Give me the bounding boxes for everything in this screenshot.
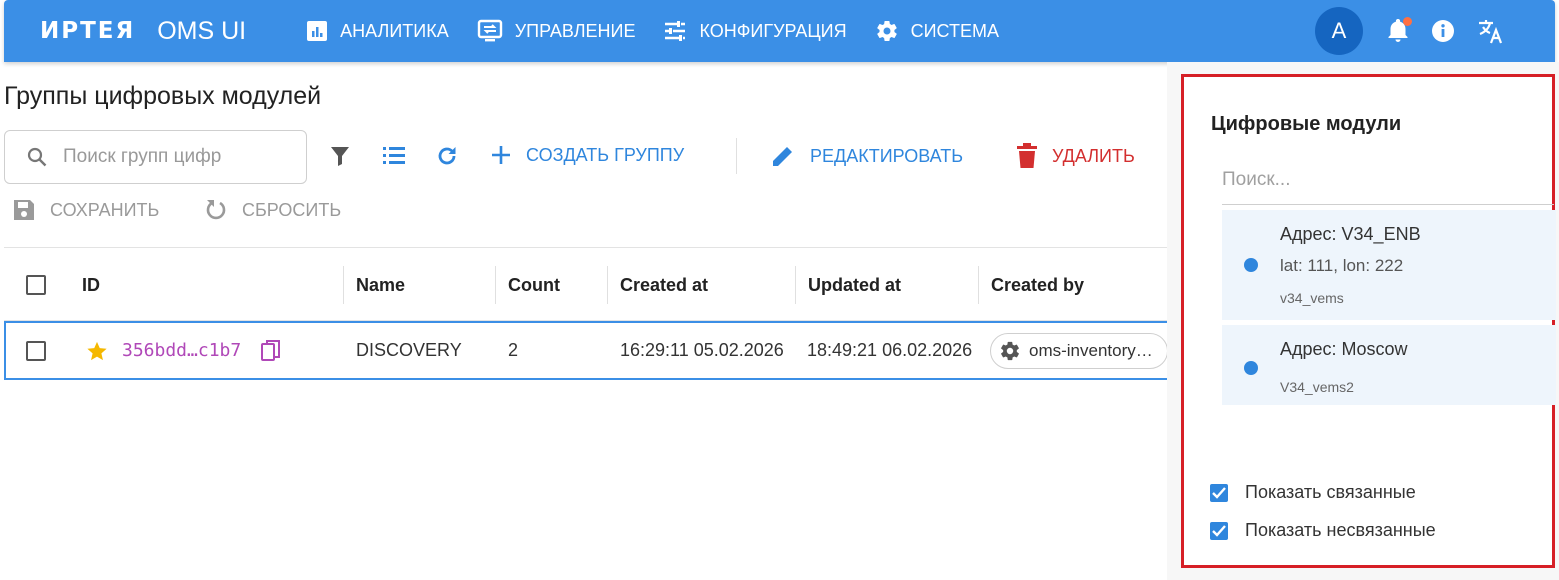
gear-icon (1001, 341, 1019, 360)
panel-search-input[interactable] (1222, 169, 1554, 191)
show-unlinked-checkbox[interactable] (1210, 521, 1228, 540)
trash-icon (1017, 143, 1037, 168)
column-divider[interactable] (343, 266, 344, 304)
list-item[interactable]: Адрес: V34_ENB lat: 111, lon: 222 v34_ve… (1222, 210, 1556, 320)
list-view-button[interactable] (382, 145, 406, 165)
info-icon (1432, 20, 1454, 42)
column-header-name[interactable]: Name (356, 248, 405, 322)
panel-title: Цифровые модули (1211, 113, 1402, 135)
translate-icon (1479, 20, 1503, 44)
select-all-checkbox[interactable] (26, 275, 46, 295)
row-checkbox[interactable] (26, 340, 46, 361)
edit-button[interactable]: РЕДАКТИРОВАТЬ (770, 143, 963, 169)
column-header-count[interactable]: Count (508, 248, 560, 322)
delete-label: УДАЛИТЬ (1052, 145, 1135, 166)
show-unlinked-checkbox-row[interactable]: Показать несвязанные (1210, 520, 1436, 541)
column-divider[interactable] (795, 266, 796, 304)
list-icon (383, 147, 405, 164)
status-dot (1244, 361, 1258, 375)
page-title: Группы цифровых модулей (4, 82, 322, 110)
column-header-id[interactable]: ID (82, 248, 100, 322)
row-updated-at: 18:49:21 06.02.2026 (807, 340, 973, 360)
column-header-created-by[interactable]: Created by (991, 248, 1084, 322)
column-divider[interactable] (978, 266, 979, 304)
groups-table: ID Name Count Created at Updated at Crea… (4, 247, 1168, 380)
search-icon (27, 147, 47, 167)
filter-icon (331, 147, 349, 166)
tune-icon (665, 21, 686, 41)
group-search-box[interactable] (4, 130, 307, 184)
top-app-bar: ИРТЕЯ OMS UI АНАЛИТИКА УПРАВЛЕНИЕ КОНФИГ… (4, 0, 1555, 62)
refresh-button[interactable] (436, 145, 458, 167)
edit-label: РЕДАКТИРОВАТЬ (810, 145, 964, 166)
column-header-created-at[interactable]: Created at (620, 248, 708, 322)
brand-logo[interactable]: ИРТЕЯ (40, 18, 135, 44)
gear-icon (876, 21, 897, 42)
column-divider[interactable] (607, 266, 608, 304)
save-button[interactable]: СОХРАНИТЬ (12, 198, 159, 222)
status-dot (1244, 258, 1258, 272)
info-button[interactable] (1431, 19, 1455, 43)
pencil-icon (773, 147, 792, 166)
reset-icon (206, 200, 226, 220)
nav-analytics-label: АНАЛИТИКА (340, 20, 449, 41)
row-id: 356bdd…c1b7 (122, 340, 242, 361)
nav-configuration[interactable]: КОНФИГУРАЦИЯ (663, 20, 847, 42)
module-address: Адрес: Moscow (1280, 339, 1408, 359)
show-linked-checkbox[interactable] (1210, 483, 1228, 502)
app-name: OMS UI (157, 16, 247, 45)
panel-search[interactable] (1222, 169, 1554, 205)
copy-icon[interactable] (261, 339, 281, 362)
nav-management[interactable]: УПРАВЛЕНИЕ (477, 19, 636, 43)
nav-configuration-label: КОНФИГУРАЦИЯ (699, 20, 847, 41)
list-item[interactable]: Адрес: Moscow V34_vems2 (1222, 325, 1556, 405)
filter-button[interactable] (330, 145, 350, 167)
management-icon (477, 19, 502, 42)
module-address: Адрес: V34_ENB (1280, 224, 1421, 244)
nav-system-label: СИСТЕМА (910, 20, 999, 41)
reset-button[interactable]: СБРОСИТЬ (204, 198, 341, 222)
show-unlinked-label: Показать несвязанные (1245, 520, 1436, 540)
row-created-at: 16:29:11 05.02.2026 (620, 340, 784, 360)
row-count: 2 (508, 340, 519, 360)
save-icon (14, 200, 34, 220)
digital-modules-panel: Цифровые модули Адрес: V34_ENB lat: 111,… (1181, 74, 1556, 568)
notification-dot (1403, 17, 1412, 26)
language-button[interactable] (1477, 17, 1505, 45)
save-label: СОХРАНИТЬ (50, 199, 160, 220)
avatar[interactable]: A (1315, 7, 1363, 55)
reset-label: СБРОСИТЬ (242, 199, 342, 220)
main-nav: АНАЛИТИКА УПРАВЛЕНИЕ КОНФИГУРАЦИЯ СИСТЕМ… (306, 19, 1027, 43)
column-divider[interactable] (495, 266, 496, 304)
created-by-chip[interactable]: oms-inventory… (990, 332, 1168, 369)
nav-system[interactable]: СИСТЕМА (875, 19, 999, 43)
column-header-updated-at[interactable]: Updated at (808, 248, 901, 322)
plus-icon (492, 146, 510, 164)
created-by-label: oms-inventory… (1029, 340, 1153, 360)
top-right-actions: A (1315, 0, 1555, 62)
analytics-icon (307, 21, 328, 41)
create-group-button[interactable]: СОЗДАТЬ ГРУППУ (490, 144, 684, 166)
group-search-input[interactable] (63, 146, 263, 168)
check-icon (1212, 524, 1226, 537)
module-coords: lat: 111, lon: 222 (1280, 256, 1404, 275)
module-name: V34_vems2 (1280, 379, 1354, 395)
module-name: v34_vems (1280, 290, 1344, 306)
star-icon[interactable] (86, 340, 108, 362)
refresh-icon (438, 147, 456, 165)
check-icon (1212, 486, 1226, 499)
toolbar-divider (736, 138, 737, 174)
show-linked-label: Показать связанные (1245, 482, 1416, 502)
nav-analytics[interactable]: АНАЛИТИКА (306, 20, 449, 42)
notifications-button[interactable] (1387, 17, 1412, 43)
create-group-label: СОЗДАТЬ ГРУППУ (526, 144, 685, 165)
row-name: DISCOVERY (356, 340, 462, 360)
show-linked-checkbox-row[interactable]: Показать связанные (1210, 482, 1416, 503)
nav-management-label: УПРАВЛЕНИЕ (514, 20, 636, 41)
table-header: ID Name Count Created at Updated at Crea… (4, 247, 1167, 321)
table-row[interactable]: 356bdd…c1b7 DISCOVERY 2 16:29:11 05.02.2… (4, 321, 1168, 380)
delete-button[interactable]: УДАЛИТЬ (1016, 143, 1135, 169)
